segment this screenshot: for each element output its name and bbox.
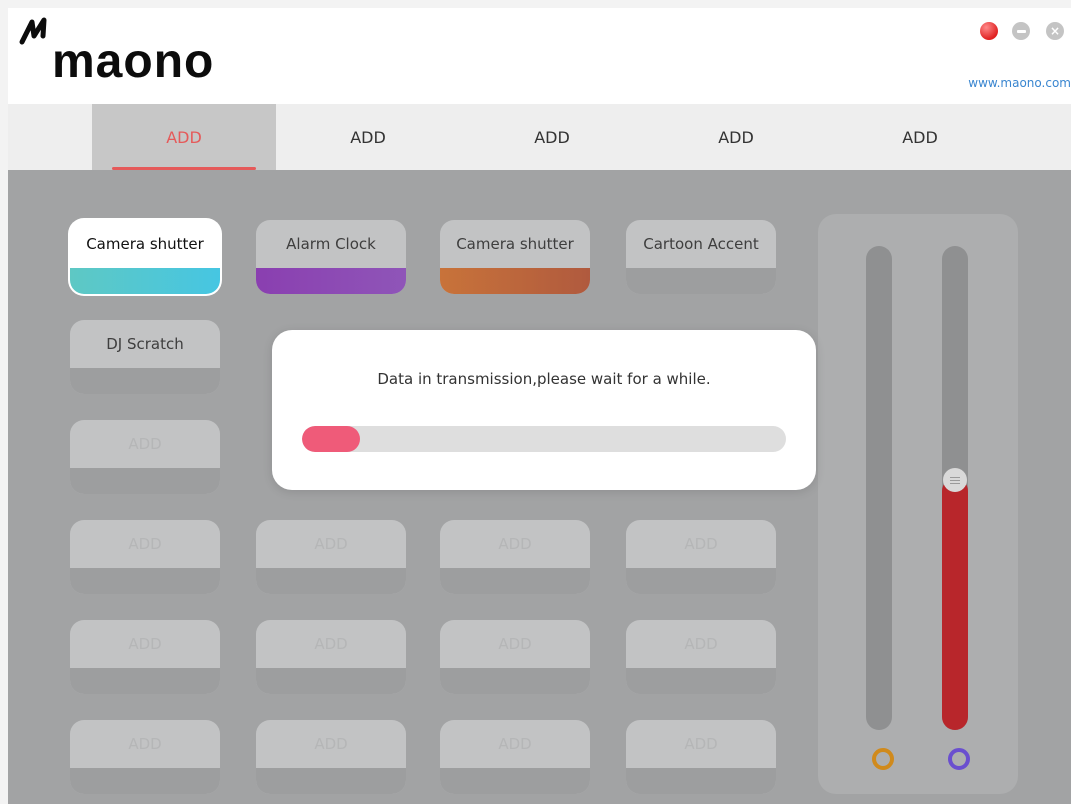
tab-bar: ADD ADD ADD ADD ADD [8, 104, 1071, 170]
sound-pad-color-strip [70, 568, 220, 594]
add-sound-pad[interactable]: ADD [70, 520, 220, 594]
sound-pad-color-strip [70, 468, 220, 494]
transmission-dialog: Data in transmission,please wait for a w… [272, 330, 816, 490]
sound-pad-label: ADD [128, 635, 162, 653]
slider-fill [942, 478, 968, 730]
sound-pad-color-strip [440, 568, 590, 594]
sound-pad-color-strip [70, 268, 220, 294]
sound-pad-label: ADD [314, 735, 348, 753]
record-indicator-button[interactable] [980, 22, 998, 40]
sound-pad-color-strip [70, 368, 220, 394]
sound-pad-label: Camera shutter [456, 235, 574, 253]
tab-label: ADD [166, 127, 202, 147]
sound-pad-label: DJ Scratch [106, 335, 184, 353]
add-sound-pad[interactable]: ADD [70, 720, 220, 794]
sound-pad[interactable]: Alarm Clock [256, 220, 406, 294]
minimize-button[interactable] [1012, 22, 1030, 40]
sound-pad-label: ADD [498, 535, 532, 553]
tab-4[interactable]: ADD [644, 104, 828, 170]
tab-label: ADD [350, 127, 386, 147]
progress-bar [302, 426, 786, 452]
sound-pad-label: ADD [128, 535, 162, 553]
add-sound-pad[interactable]: ADD [440, 720, 590, 794]
sound-pad-color-strip [626, 268, 776, 294]
volume-slider-2[interactable] [942, 246, 968, 730]
sound-pad-label: Camera shutter [86, 235, 204, 253]
close-icon: × [1049, 24, 1061, 38]
add-sound-pad[interactable]: ADD [440, 620, 590, 694]
add-sound-pad[interactable]: ADD [70, 620, 220, 694]
sound-pad-label: ADD [684, 735, 718, 753]
add-sound-pad[interactable]: ADD [626, 520, 776, 594]
channel-2-ring-icon [948, 748, 970, 770]
tab-2[interactable]: ADD [276, 104, 460, 170]
sound-pad-color-strip [256, 568, 406, 594]
sound-pad-label: ADD [498, 635, 532, 653]
add-sound-pad[interactable]: ADD [256, 620, 406, 694]
sound-pad-label: ADD [314, 635, 348, 653]
sound-pad[interactable]: Camera shutter [440, 220, 590, 294]
sound-pad-label: ADD [128, 435, 162, 453]
tab-3[interactable]: ADD [460, 104, 644, 170]
tab-label: ADD [534, 127, 570, 147]
minimize-icon [1016, 29, 1026, 33]
header: maono × www.maono.com [8, 8, 1071, 104]
sound-pad-label: ADD [684, 535, 718, 553]
sound-pad-color-strip [440, 768, 590, 794]
add-sound-pad[interactable]: ADD [626, 620, 776, 694]
sound-pad-color-strip [256, 668, 406, 694]
website-link[interactable]: www.maono.com [968, 76, 1071, 90]
sound-pad-color-strip [626, 768, 776, 794]
tab-label: ADD [902, 127, 938, 147]
close-button[interactable]: × [1046, 22, 1064, 40]
tab-label: ADD [718, 127, 754, 147]
add-sound-pad[interactable]: ADD [70, 420, 220, 494]
sound-pad-color-strip [256, 768, 406, 794]
channel-1-ring-icon [872, 748, 894, 770]
tab-1[interactable]: ADD [92, 104, 276, 170]
sound-pad-color-strip [440, 668, 590, 694]
maono-app-window: maono × www.maono.com ADD ADD ADD ADD AD… [8, 8, 1071, 804]
sound-pad-label: ADD [498, 735, 532, 753]
sound-pad-label: ADD [128, 735, 162, 753]
sound-pad[interactable]: Camera shutter [70, 220, 220, 294]
brand-logo-text: maono [52, 35, 215, 88]
progress-fill [302, 426, 361, 452]
sound-pad-color-strip [626, 668, 776, 694]
sound-pad[interactable]: DJ Scratch [70, 320, 220, 394]
sound-pad-color-strip [440, 268, 590, 294]
add-sound-pad[interactable]: ADD [256, 520, 406, 594]
add-sound-pad[interactable]: ADD [440, 520, 590, 594]
sound-pad-label: ADD [684, 635, 718, 653]
sound-pad-label: Cartoon Accent [643, 235, 759, 253]
sound-pad-color-strip [70, 768, 220, 794]
dialog-message: Data in transmission,please wait for a w… [377, 370, 711, 388]
add-sound-pad[interactable]: ADD [256, 720, 406, 794]
sound-pad[interactable]: Cartoon Accent [626, 220, 776, 294]
volume-slider-1[interactable] [866, 246, 892, 730]
tab-5[interactable]: ADD [828, 104, 1012, 170]
volume-slider-panel [818, 214, 1018, 794]
sound-pad-label: Alarm Clock [286, 235, 376, 253]
sound-pad-color-strip [70, 668, 220, 694]
sound-pad-color-strip [256, 268, 406, 294]
sound-pad-color-strip [626, 568, 776, 594]
add-sound-pad[interactable]: ADD [626, 720, 776, 794]
sound-pad-label: ADD [314, 535, 348, 553]
